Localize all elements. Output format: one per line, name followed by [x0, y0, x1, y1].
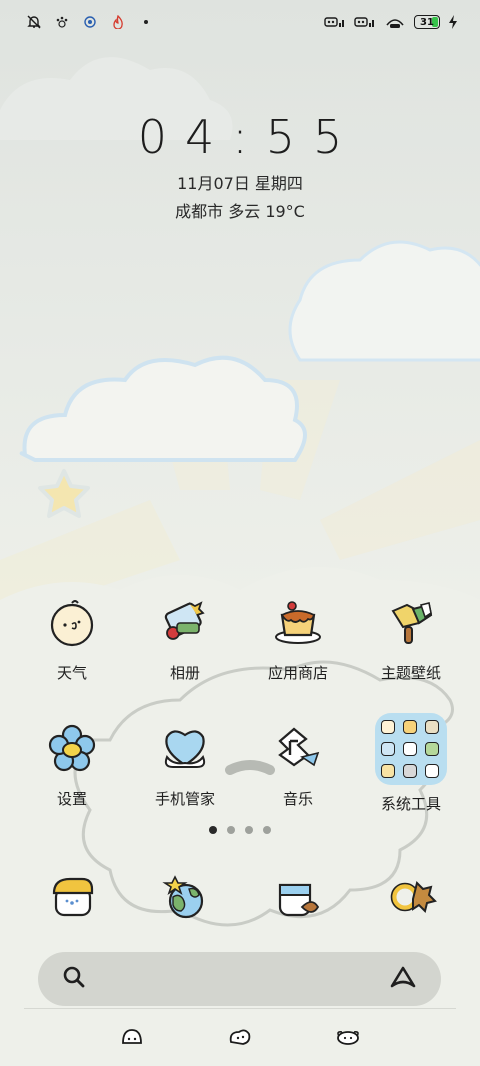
- sync-icon: [82, 14, 98, 30]
- app-settings[interactable]: 设置: [17, 718, 127, 809]
- app-label: 相册: [169, 664, 200, 682]
- app-gallery[interactable]: 相册: [130, 592, 240, 683]
- app-label: 主题壁纸: [380, 664, 441, 682]
- clock-date: 11月07日 星期四: [177, 174, 303, 193]
- ring-leaf-icon: [380, 866, 442, 928]
- nav-divider: [24, 1008, 456, 1009]
- dock-app-ring-leaf[interactable]: [356, 866, 466, 928]
- folder-icon: [375, 713, 447, 785]
- assistant-icon[interactable]: [389, 965, 417, 993]
- app-folder-system-tools[interactable]: 系统工具: [356, 713, 466, 814]
- signal-2-icon: [354, 14, 376, 30]
- dot-icon: [138, 14, 154, 30]
- theme-popsicle-icon: [380, 592, 442, 654]
- navigation-bar: [0, 1024, 480, 1054]
- status-bar: 31: [0, 0, 480, 50]
- music-note-icon: [267, 718, 329, 780]
- clock-time: 04:55: [137, 110, 361, 164]
- page-dot: [227, 826, 235, 834]
- cup-icon: [267, 866, 329, 928]
- app-label: 设置: [56, 790, 87, 808]
- app-label: 天气: [56, 664, 87, 682]
- nav-back-icon[interactable]: [333, 1024, 363, 1050]
- phone-manager-heart-icon: [154, 718, 216, 780]
- browser-globe-icon: [154, 866, 216, 928]
- dock-app-browser[interactable]: [130, 866, 240, 928]
- mute-bell-icon: [26, 14, 42, 30]
- app-label: 音乐: [282, 790, 313, 808]
- gallery-icon: [154, 592, 216, 654]
- weather-summary: 成都市 多云 19°C: [175, 202, 305, 221]
- signal-1-icon: [324, 14, 346, 30]
- wifi-icon: [384, 14, 406, 30]
- page-dot: [245, 826, 253, 834]
- messages-bread-icon: [41, 866, 103, 928]
- app-label: 系统工具: [380, 795, 441, 813]
- settings-flower-icon: [41, 718, 103, 780]
- flame-icon: [110, 14, 126, 30]
- app-label: 应用商店: [267, 664, 328, 682]
- page-dot: [209, 826, 217, 834]
- charging-bolt-icon: [448, 14, 458, 30]
- paw-icon: [54, 14, 70, 30]
- battery-indicator: 31: [414, 15, 440, 29]
- search-bar[interactable]: [38, 952, 441, 1006]
- app-music[interactable]: 音乐: [243, 718, 353, 809]
- nav-menu-icon[interactable]: [117, 1024, 147, 1050]
- weather-chick-icon: [41, 592, 103, 654]
- app-theme[interactable]: 主题壁纸: [356, 592, 466, 683]
- app-store-pudding-icon: [267, 592, 329, 654]
- page-dot: [263, 826, 271, 834]
- dock-app-messages[interactable]: [17, 866, 127, 928]
- app-weather[interactable]: 天气: [17, 592, 127, 683]
- battery-level: 31: [420, 16, 434, 28]
- app-label: 手机管家: [154, 790, 215, 808]
- page-indicator[interactable]: [0, 826, 480, 834]
- app-store[interactable]: 应用商店: [243, 592, 353, 683]
- nav-home-icon[interactable]: [225, 1024, 255, 1050]
- dock-app-cup[interactable]: [243, 866, 353, 928]
- search-icon[interactable]: [62, 965, 86, 993]
- clock-widget[interactable]: 04:55 11月07日 星期四 成都市 多云 19°C: [0, 110, 480, 222]
- app-phone-manager[interactable]: 手机管家: [130, 718, 240, 809]
